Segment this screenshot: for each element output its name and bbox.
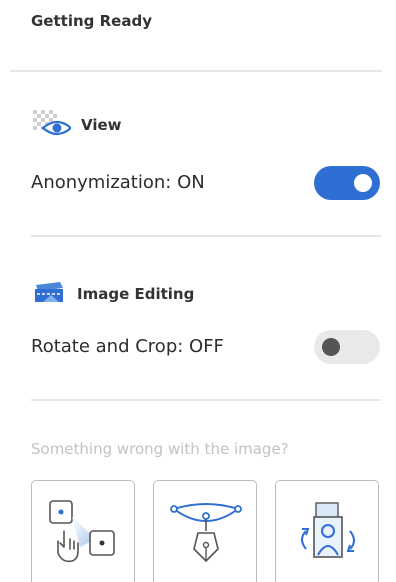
toggle-knob	[354, 174, 372, 192]
getting-ready-panel: Getting Ready View Anonymization: ON Ima…	[0, 0, 396, 582]
editing-divider	[31, 399, 381, 401]
image-editing-section-title: Image Editing	[77, 285, 195, 303]
image-problem-prompt: Something wrong with the image?	[31, 440, 289, 458]
drag-points-button[interactable]	[31, 480, 135, 582]
header-divider	[10, 70, 382, 72]
view-divider	[31, 235, 381, 237]
rotate-crop-label: Rotate and Crop: OFF	[31, 336, 224, 357]
view-section-header: View	[33, 110, 122, 140]
panel-title: Getting Ready	[31, 12, 152, 30]
toggle-knob	[322, 338, 340, 356]
anonymization-toggle[interactable]	[314, 166, 380, 200]
image-editing-icon	[33, 280, 67, 308]
pen-path-button[interactable]	[153, 480, 257, 582]
image-editing-section-header: Image Editing	[33, 280, 194, 308]
view-section-title: View	[81, 116, 122, 134]
rotate-portrait-button[interactable]	[275, 480, 379, 582]
anonymization-label: Anonymization: ON	[31, 172, 205, 193]
rotate-crop-toggle[interactable]	[314, 330, 380, 364]
anonymization-eye-icon	[33, 110, 73, 140]
